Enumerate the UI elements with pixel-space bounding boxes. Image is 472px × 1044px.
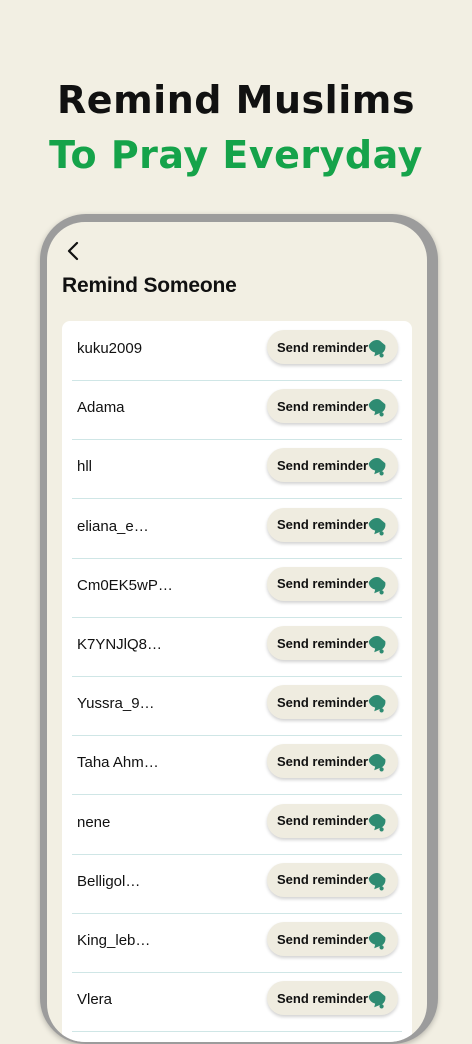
send-reminder-button[interactable]: Send reminder: [267, 566, 398, 601]
bell-icon: [368, 635, 386, 654]
send-reminder-button[interactable]: Send reminder: [267, 330, 398, 364]
username: Cm0EK5wP…: [77, 576, 173, 594]
send-reminder-label: Send reminder: [277, 517, 369, 533]
send-reminder-button[interactable]: Send reminder: [267, 981, 398, 1016]
username: K7YNJlQ8…: [77, 636, 163, 653]
phone-screen: Remind Someone kuku2009 Send reminder Adam…: [47, 222, 427, 1042]
list-item: Adama Send reminder: [72, 380, 402, 441]
bell-icon: [368, 458, 386, 476]
bell-icon: [368, 695, 386, 713]
list-item: hll Send reminder: [72, 439, 402, 500]
send-reminder-button[interactable]: Send reminder: [267, 507, 398, 542]
send-reminder-label: Send reminder: [277, 635, 369, 651]
list-item: King_leb… Send reminder: [72, 913, 402, 973]
send-reminder-button[interactable]: Send reminder: [267, 448, 398, 483]
bell-icon: [368, 517, 386, 536]
send-reminder-label: Send reminder: [277, 339, 369, 355]
bell-icon: [368, 399, 386, 417]
username: eliana_e…: [77, 517, 149, 535]
username: Vlera: [77, 991, 113, 1009]
list-item: kuku2009 Send reminder: [72, 321, 402, 381]
user-list: kuku2009 Send reminder Adama Send reminder h…: [62, 321, 412, 1042]
list-item: eliana_e… Send reminder: [72, 499, 402, 559]
send-reminder-button[interactable]: Send reminder: [267, 803, 398, 838]
username: Adama: [77, 399, 125, 417]
list-item: Yussra_9… Send reminder: [72, 676, 402, 737]
send-reminder-label: Send reminder: [277, 576, 369, 592]
bell-icon: [368, 813, 386, 832]
page-title: Remind Someone: [62, 274, 237, 297]
send-reminder-label: Send reminder: [277, 813, 369, 829]
send-reminder-button[interactable]: Send reminder: [267, 389, 398, 424]
list-item: K7YNJlQ8… Send reminder: [72, 617, 402, 677]
send-reminder-label: Send reminder: [277, 694, 369, 710]
send-reminder-label: Send reminder: [277, 398, 369, 414]
username: Taha Ahm…: [77, 754, 159, 772]
username: Belligol…: [77, 872, 141, 890]
bell-icon: [368, 754, 386, 772]
list-item: Taha Ahm… Send reminder: [72, 735, 402, 796]
bell-icon: [368, 339, 386, 358]
username: nene: [77, 813, 111, 831]
back-button[interactable]: [61, 239, 85, 263]
headline-line-1: Remind Muslims: [57, 78, 415, 122]
send-reminder-label: Send reminder: [277, 990, 369, 1006]
username: King_leb…: [77, 932, 151, 949]
bell-icon: [368, 991, 386, 1009]
send-reminder-label: Send reminder: [277, 872, 369, 888]
send-reminder-label: Send reminder: [277, 753, 369, 769]
headline-line-2: To Pray Everyday: [49, 133, 423, 177]
username: Yussra_9…: [77, 695, 155, 713]
list-item: Cm0EK5wP… Send reminder: [72, 558, 402, 618]
send-reminder-label: Send reminder: [277, 457, 369, 473]
list-item: Belligol… Send reminder: [72, 854, 402, 914]
bell-icon: [368, 576, 386, 595]
send-reminder-label: Send reminder: [277, 931, 369, 947]
username: kuku2009: [77, 340, 143, 357]
bell-icon: [368, 931, 386, 950]
send-reminder-button[interactable]: Send reminder: [267, 922, 398, 956]
send-reminder-button[interactable]: Send reminder: [267, 862, 398, 897]
list-item: nene Send reminder: [72, 795, 402, 855]
chevron-left-icon: [67, 241, 79, 261]
bell-icon: [368, 872, 386, 891]
send-reminder-button[interactable]: Send reminder: [267, 626, 398, 660]
send-reminder-button[interactable]: Send reminder: [267, 744, 398, 779]
send-reminder-button[interactable]: Send reminder: [267, 685, 398, 720]
list-item: Vlera Send reminder: [72, 972, 402, 1033]
username: hll: [77, 458, 93, 476]
